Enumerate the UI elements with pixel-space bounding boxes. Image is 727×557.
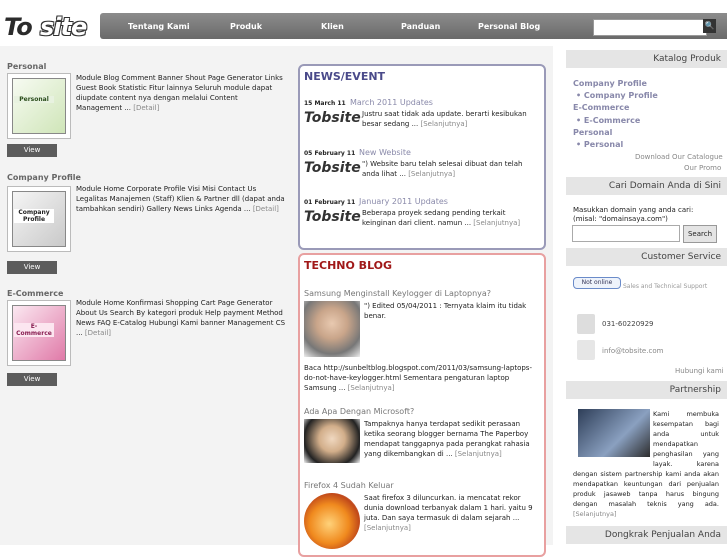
catalog-category[interactable]: Company Profile [573,79,647,88]
domain-hint: (misal: "domainsaya.com") [573,215,668,223]
read-more-link[interactable]: [Selanjutnya] [364,524,411,532]
read-more-link[interactable]: [Selanjutnya] [348,384,395,392]
view-button-e-commerce[interactable]: View [7,373,57,386]
catalog-category[interactable]: E-Commerce [573,103,629,112]
email-link[interactable]: info@tobsite.com [602,347,663,355]
nav-item-klien[interactable]: Klien [321,22,344,31]
service-header: Customer Service [566,248,727,266]
phone-icon [577,314,595,334]
partnership-text: Kami membuka kesempatan bagi anda untuk … [573,410,719,518]
blog-photo [304,301,360,357]
email-icon [577,340,595,360]
read-more-link[interactable]: [Selanjutnya] [455,450,502,458]
partnership-title: Partnership [669,385,721,395]
detail-link[interactable]: [Detail] [133,104,159,112]
tobsite-logo-icon: Tobsite [304,160,361,176]
domain-label: Masukkan domain yang anda cari: [573,206,694,214]
domain-search-input[interactable] [572,225,680,242]
product-description: Module Home Corporate Profile Visi Misi … [76,185,285,213]
blog-text: Tampaknya hanya terdapat sedikit perasaa… [364,420,530,458]
download-catalogue-link[interactable]: Download Our Catalogue [635,153,723,161]
news-headline[interactable]: January 2011 Updates [359,197,448,206]
domain-title: Cari Domain Anda di Sini [608,181,721,191]
sales-title: Dongkrak Penjualan Anda [604,530,721,540]
domain-header: Cari Domain Anda di Sini [566,177,727,195]
product-description: Module Blog Comment Banner Shout Page Ge… [76,74,283,112]
promo-link[interactable]: Our Promo [684,164,721,172]
partnership-header: Partnership [566,381,727,399]
blog-headline[interactable]: Samsung Menginstall Keylogger di Laptopn… [304,289,491,298]
read-more-link[interactable]: [Selanjutnya] [408,170,455,178]
product-title-personal: Personal [7,62,47,71]
read-more-link[interactable]: [Selanjutnya] [473,219,520,227]
product-box-label: E-Commerce [14,323,54,337]
nav-item-tentang-kami[interactable]: Tentang Kami [128,22,190,31]
firefox-logo-icon [304,493,360,549]
tobsite-logo-icon: Tobsite [304,209,361,225]
read-more-link[interactable]: [Selanjutnya] [421,120,468,128]
top-bar: To site Tentang Kami Produk Klien Pandua… [0,0,727,46]
blog-photo [304,419,360,463]
search-icon[interactable]: 🔍 [703,19,716,33]
detail-link[interactable]: [Detail] [253,205,279,213]
product-title-company-profile: Company Profile [7,173,81,182]
product-description: Module Home Konfirmasi Shopping Cart Pag… [76,299,286,337]
news-text: Beberapa proyek sedang pending terkait k… [362,209,521,227]
product-image-company-profile[interactable]: Company Profile [7,186,71,252]
nav-item-produk[interactable]: Produk [230,22,262,31]
tobsite-logo-icon: Tobsite [304,110,361,126]
blog-headline[interactable]: Firefox 4 Sudah Keluar [304,481,394,490]
domain-search-button[interactable]: Search [683,225,717,243]
view-button-personal[interactable]: View [7,144,57,157]
contact-link[interactable]: Hubungi kami [675,367,724,375]
news-headline[interactable]: March 2011 Updates [350,98,433,107]
news-text: Justru saat tidak ada update. berarti ke… [362,110,527,128]
catalog-item[interactable]: • Company Profile [576,91,658,100]
catalog-item[interactable]: • Personal [576,140,623,149]
catalog-item[interactable]: • E-Commerce [576,116,640,125]
support-label: Sales and Technical Support [623,283,708,290]
news-date: 01 February 11 [304,199,356,206]
product-title-e-commerce: E-Commerce [7,289,64,298]
catalog-title: Katalog Produk [653,54,721,64]
blog-text-extra: Baca http://sunbeltblog.blogspot.com/201… [304,364,532,392]
news-event-title: NEWS/EVENT [304,70,386,83]
news-event-panel: NEWS/EVENT 15 March 11 March 2011 Update… [298,64,546,250]
news-text: ") Website baru telah selesai dibuat dan… [362,160,523,178]
catalog-header: Katalog Produk [566,50,727,68]
product-box-label: Personal [14,96,54,103]
techno-blog-panel: TECHNO BLOG Samsung Menginstall Keylogge… [298,253,546,557]
product-image-personal[interactable]: Personal [7,73,71,139]
header-search-input[interactable] [593,19,707,36]
site-logo[interactable]: To site [4,11,92,41]
blog-headline[interactable]: Ada Apa Dengan Microsoft? [304,407,414,416]
techno-blog-title: TECHNO BLOG [304,259,393,272]
view-button-company-profile[interactable]: View [7,261,57,274]
product-box-label: Company Profile [14,209,54,223]
logo-text-left: To [4,13,33,41]
service-title: Customer Service [641,252,721,262]
nav-item-personal-blog[interactable]: Personal Blog [478,22,540,31]
blog-text: Saat firefox 3 diluncurkan. ia mencatat … [364,494,533,532]
nav-item-panduan[interactable]: Panduan [401,22,440,31]
news-date: 15 March 11 [304,100,346,107]
catalog-category[interactable]: Personal [573,128,612,137]
blog-text: ") Edited 05/04/2011 : Ternyata klaim it… [364,302,527,320]
logo-text-right: site [40,13,87,41]
read-more-link[interactable]: [Selanjutnya] [573,510,617,518]
phone-number: 031-60220929 [602,320,654,328]
product-image-e-commerce[interactable]: E-Commerce [7,300,71,366]
sales-header: Dongkrak Penjualan Anda [566,526,727,544]
detail-link[interactable]: [Detail] [85,329,111,337]
news-headline[interactable]: New Website [359,148,411,157]
news-date: 05 February 11 [304,150,356,157]
